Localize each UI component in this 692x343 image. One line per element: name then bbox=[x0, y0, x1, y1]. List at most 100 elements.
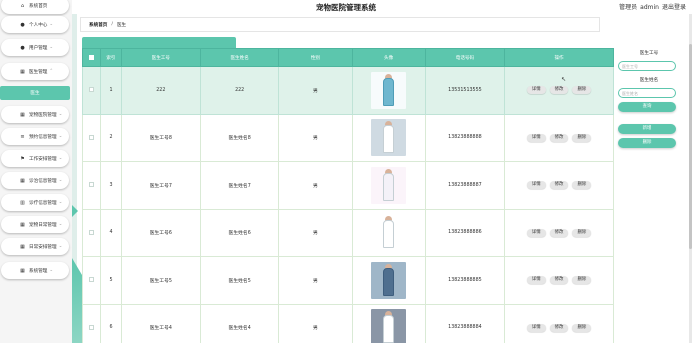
search-button[interactable]: 查询 bbox=[618, 102, 676, 112]
row-checkbox[interactable] bbox=[89, 324, 95, 330]
row-index: 5 bbox=[100, 256, 122, 305]
table-header-tab bbox=[82, 37, 236, 48]
col-header-phone: 电话号码 bbox=[424, 48, 506, 67]
avatar bbox=[371, 71, 407, 109]
chart-icon: ▥ bbox=[20, 199, 25, 206]
edit-button[interactable]: 修改 bbox=[549, 133, 569, 142]
row-phone: 13823888887 bbox=[424, 161, 506, 210]
col-header-actions: 操作 bbox=[504, 48, 614, 67]
col-header-gender: 性别 bbox=[278, 48, 353, 67]
detail-button[interactable]: 详情 bbox=[526, 323, 546, 332]
chevron-down-icon: ⌄ bbox=[58, 200, 63, 205]
detail-button[interactable]: 详情 bbox=[526, 228, 546, 237]
row-doctor-name: 医生姓名6 bbox=[199, 208, 280, 257]
doctor-name-label: 医生姓名 bbox=[639, 78, 659, 83]
sidebar-subitem-doctor[interactable]: 医生 bbox=[0, 86, 70, 100]
row-checkbox[interactable] bbox=[89, 182, 95, 188]
delete-button[interactable]: 删除 bbox=[572, 86, 592, 95]
row-doctor-id: 222 bbox=[120, 66, 201, 115]
delete-button[interactable]: 删除 bbox=[572, 181, 592, 190]
row-actions: 详情 修改 删除 bbox=[504, 256, 614, 305]
sidebar-item-system[interactable]: ▦ 系统管理 ⌄ bbox=[1, 262, 69, 279]
chevron-down-icon: ⌄ bbox=[49, 45, 54, 50]
breadcrumb-home[interactable]: 系统首页 bbox=[89, 22, 107, 28]
row-phone: 13823888888 bbox=[424, 113, 506, 162]
col-header-avatar: 头像 bbox=[351, 48, 426, 67]
sidebar-item-diagnosis[interactable]: ▦ 诊治信息管理 ⌄ bbox=[1, 172, 69, 189]
home-icon: ⌂ bbox=[20, 2, 25, 9]
row-checkbox[interactable] bbox=[89, 134, 95, 140]
row-gender: 男 bbox=[278, 256, 353, 305]
add-button[interactable]: 新增 bbox=[618, 124, 676, 134]
chevron-down-icon: ⌄ bbox=[49, 22, 54, 27]
detail-button[interactable]: 详情 bbox=[526, 133, 546, 142]
sidebar-item-treatment[interactable]: ▥ 诊疗信息管理 ⌄ bbox=[1, 194, 69, 211]
avatar bbox=[371, 214, 407, 252]
row-gender: 男 bbox=[278, 113, 353, 162]
detail-button[interactable]: 详情 bbox=[526, 276, 546, 285]
sidebar-item-home[interactable]: ⌂ 系统首页 bbox=[1, 0, 69, 14]
breadcrumb-current: 医生 bbox=[116, 22, 127, 28]
table-row[interactable]: 5 医生工号5 医生姓名5 男 13823888885 详情 修改 删除 bbox=[81, 256, 614, 305]
sidebar-item-doctor-management[interactable]: ▦ 医生管理 ⌃ bbox=[1, 63, 69, 80]
doctor-name-input[interactable] bbox=[618, 88, 676, 98]
table-header-row: 索引 医生工号 医生姓名 性别 头像 电话号码 操作 bbox=[81, 48, 614, 67]
col-header-index: 索引 bbox=[100, 48, 122, 67]
delete-button[interactable]: 删除 bbox=[572, 228, 592, 237]
row-gender: 男 bbox=[278, 208, 353, 257]
detail-button[interactable]: 详情 bbox=[526, 86, 546, 95]
edit-button[interactable]: 修改 bbox=[549, 181, 569, 190]
sidebar-item-work-schedule[interactable]: ⚑ 工作安排管理 ⌄ bbox=[1, 150, 69, 167]
sidebar-item-pet-hospital[interactable]: ▦ 宠物医院管理 ⌄ bbox=[1, 106, 69, 123]
table-row[interactable]: 1 222 222 男 13531513555 详情 修改 删除 bbox=[81, 66, 614, 115]
row-actions: 详情 修改 删除 bbox=[504, 208, 614, 257]
row-checkbox[interactable] bbox=[89, 87, 95, 93]
delete-button[interactable]: 删除 bbox=[572, 276, 592, 285]
avatar bbox=[371, 261, 407, 299]
select-all-header[interactable] bbox=[81, 48, 102, 67]
edit-button[interactable]: 修改 bbox=[549, 228, 569, 237]
edit-button[interactable]: 修改 bbox=[549, 276, 569, 285]
row-index: 4 bbox=[100, 208, 122, 257]
select-all-checkbox[interactable] bbox=[89, 54, 95, 60]
grid-icon: ▦ bbox=[20, 221, 25, 228]
grid-icon: ▦ bbox=[20, 111, 25, 118]
table-row[interactable]: 6 医生工号4 医生姓名4 男 13823888884 详情 修改 删除 bbox=[81, 303, 614, 343]
table-row[interactable]: 2 医生工号8 医生姓名8 男 13823888888 详情 修改 删除 bbox=[81, 113, 614, 162]
row-index: 6 bbox=[100, 303, 122, 343]
batch-delete-button[interactable]: 删除 bbox=[618, 138, 676, 148]
user-icon: ● bbox=[20, 44, 25, 51]
row-doctor-id: 医生工号6 bbox=[120, 208, 201, 257]
row-checkbox[interactable] bbox=[89, 277, 95, 283]
grid-icon: ▦ bbox=[20, 177, 25, 184]
row-doctor-name: 医生姓名4 bbox=[199, 303, 280, 343]
chevron-down-icon: ⌄ bbox=[58, 244, 63, 249]
sidebar-item-appointments[interactable]: ≡ 预约信息管理 ⌄ bbox=[1, 128, 69, 145]
sidebar-item-daily-arrangement[interactable]: ▦ 日常安排管理 ⌄ bbox=[1, 238, 69, 255]
detail-button[interactable]: 详情 bbox=[526, 181, 546, 190]
sidebar-item-pet-daily[interactable]: ▦ 宠物日常管理 ⌄ bbox=[1, 216, 69, 233]
row-gender: 男 bbox=[278, 161, 353, 210]
delete-button[interactable]: 删除 bbox=[572, 133, 592, 142]
grid-icon: ▦ bbox=[20, 243, 25, 250]
doctor-id-input[interactable] bbox=[618, 61, 676, 71]
logout-link[interactable]: 退出登录 bbox=[662, 4, 686, 11]
table-row[interactable]: 3 医生工号7 医生姓名7 男 13823888887 详情 修改 删除 bbox=[81, 161, 614, 210]
edit-button[interactable]: 修改 bbox=[549, 323, 569, 332]
delete-button[interactable]: 删除 bbox=[572, 323, 592, 332]
grid-icon: ▦ bbox=[20, 267, 25, 274]
chevron-down-icon: ⌄ bbox=[58, 134, 63, 139]
edit-button[interactable]: 修改 bbox=[549, 86, 569, 95]
sidebar-item-user-management[interactable]: ● 用户管理 ⌄ bbox=[1, 39, 69, 56]
table-row[interactable]: 4 医生工号6 医生姓名6 男 13823888886 详情 修改 删除 bbox=[81, 208, 614, 257]
sidebar-item-personal-center[interactable]: ● 个人中心 ⌄ bbox=[1, 16, 69, 33]
app-title: 宠物医院管理系统 bbox=[316, 3, 376, 12]
chevron-down-icon: ⌄ bbox=[58, 178, 63, 183]
row-phone: 13823888886 bbox=[424, 208, 506, 257]
row-actions: 详情 修改 删除 bbox=[504, 66, 614, 115]
row-checkbox[interactable] bbox=[89, 229, 95, 235]
row-doctor-name: 222 bbox=[199, 66, 280, 115]
row-doctor-id: 医生工号5 bbox=[120, 256, 201, 305]
chevron-down-icon: ⌄ bbox=[49, 268, 54, 273]
row-gender: 男 bbox=[278, 66, 353, 115]
